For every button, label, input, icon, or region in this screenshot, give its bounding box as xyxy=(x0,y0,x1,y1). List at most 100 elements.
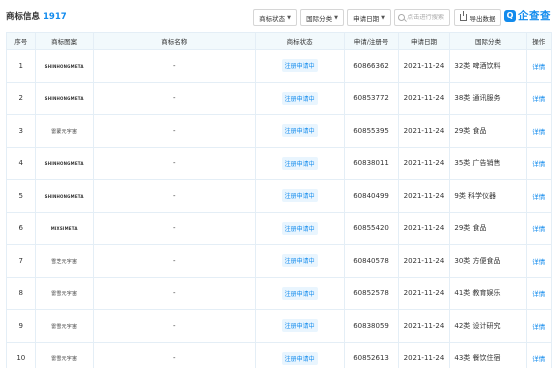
class-filter-label: 国际分类 xyxy=(306,14,333,23)
details-link[interactable]: 详情 xyxy=(532,95,545,103)
section-title-text: 商标信息 xyxy=(6,12,41,22)
trademark-table: 序号 商标图案 商标名称 商标状态 申请/注册号 申请日期 国际分类 操作 1 … xyxy=(6,32,553,368)
registration-number: 60838011 xyxy=(343,146,399,180)
details-link[interactable]: 详情 xyxy=(532,290,545,298)
status-cell: 注册申请中 xyxy=(254,309,345,343)
registration-number: 60838059 xyxy=(343,309,399,343)
registration-number: 60852613 xyxy=(343,341,399,368)
application-date: 2021-11-24 xyxy=(397,81,451,115)
trademark-name: - xyxy=(92,81,256,115)
trademark-image[interactable]: 雷雪元宇宙 xyxy=(34,341,94,368)
status-badge: 注册申请中 xyxy=(281,351,318,365)
trademark-image-text: SHINHONGMETA xyxy=(44,63,84,69)
intl-class: 43类 餐饮住宿 xyxy=(449,341,527,368)
trademark-name: - xyxy=(92,309,256,343)
trademark-image-text: SHINHONGMETA xyxy=(44,161,84,167)
details-link[interactable]: 详情 xyxy=(532,355,545,363)
result-count: 1917 xyxy=(43,12,67,22)
trademark-name: - xyxy=(92,146,256,180)
chevron-down-icon: ▼ xyxy=(334,14,338,21)
action-cell: 详情 xyxy=(525,276,553,310)
table-row: 5 SHINHONGMETA - 注册申请中 60840499 2021-11-… xyxy=(6,179,553,213)
action-cell: 详情 xyxy=(525,49,553,83)
trademark-image[interactable]: 雷雪元宇宙 xyxy=(34,276,94,310)
status-badge: 注册申请中 xyxy=(281,319,318,333)
details-link[interactable]: 详情 xyxy=(532,225,545,233)
status-cell: 注册申请中 xyxy=(254,179,345,213)
action-cell: 详情 xyxy=(525,341,553,368)
table-row: 8 雷雪元宇宙 - 注册申请中 60852578 2021-11-24 41类 … xyxy=(6,276,553,310)
logo-text: 企查查 xyxy=(518,10,551,22)
trademark-image-text: 雪芝元宇宙 xyxy=(51,258,78,265)
trademark-image-text: MIXSIMETA xyxy=(50,226,78,232)
details-link[interactable]: 详情 xyxy=(532,63,545,71)
status-badge: 注册申请中 xyxy=(281,286,318,300)
row-number: 8 xyxy=(6,276,36,310)
row-number: 1 xyxy=(6,49,36,83)
details-link[interactable]: 详情 xyxy=(532,160,545,168)
trademark-name: - xyxy=(92,341,256,368)
trademark-image[interactable]: 雪芝元宇宙 xyxy=(34,244,94,278)
registration-number: 60853772 xyxy=(343,81,399,115)
action-cell: 详情 xyxy=(525,114,553,148)
action-cell: 详情 xyxy=(525,244,553,278)
column-header: 国际分类 xyxy=(449,32,527,50)
status-badge: 注册申请中 xyxy=(281,91,318,105)
table-row: 4 SHINHONGMETA - 注册申请中 60838011 2021-11-… xyxy=(6,146,553,180)
table-header-row: 序号 商标图案 商标名称 商标状态 申请/注册号 申请日期 国际分类 操作 xyxy=(6,32,553,50)
class-filter-dropdown[interactable]: 国际分类 ▼ xyxy=(300,9,344,26)
status-badge: 注册申请中 xyxy=(281,221,318,235)
trademark-image[interactable]: SHINHONGMETA xyxy=(34,146,94,180)
application-date: 2021-11-24 xyxy=(397,211,451,245)
trademark-image[interactable]: SHINHONGMETA xyxy=(34,81,94,115)
row-number: 7 xyxy=(6,244,36,278)
application-date: 2021-11-24 xyxy=(397,146,451,180)
details-link[interactable]: 详情 xyxy=(532,323,545,331)
logo-mark: Q xyxy=(504,9,516,22)
intl-class: 41类 教育娱乐 xyxy=(449,276,527,310)
table-row: 9 雷雪元宇宙 - 注册申请中 60838059 2021-11-24 42类 … xyxy=(6,309,553,343)
application-date: 2021-11-24 xyxy=(397,114,451,148)
search-input[interactable] xyxy=(407,14,449,21)
column-header: 商标状态 xyxy=(254,32,345,50)
trademark-image[interactable]: MIXSIMETA xyxy=(34,211,94,245)
status-filter-dropdown[interactable]: 商标状态 ▼ xyxy=(253,9,297,26)
details-link[interactable]: 详情 xyxy=(532,193,545,201)
date-filter-dropdown[interactable]: 申请日期 ▼ xyxy=(347,9,391,26)
status-cell: 注册申请中 xyxy=(254,276,345,310)
trademark-image-text: 雷蒙元宇宙 xyxy=(51,128,78,135)
row-number: 9 xyxy=(6,309,36,343)
column-header: 商标图案 xyxy=(34,32,94,50)
trademark-image-text: 雷雪元宇宙 xyxy=(51,323,78,330)
registration-number: 60855395 xyxy=(343,114,399,148)
table-row: 1 SHINHONGMETA - 注册申请中 60866362 2021-11-… xyxy=(6,49,553,83)
row-number: 10 xyxy=(6,341,36,368)
trademark-image[interactable]: 雷蒙元宇宙 xyxy=(34,114,94,148)
intl-class: 29类 食品 xyxy=(449,211,527,245)
trademark-image[interactable]: SHINHONGMETA xyxy=(34,49,94,83)
action-cell: 详情 xyxy=(525,146,553,180)
trademark-image[interactable]: SHINHONGMETA xyxy=(34,179,94,213)
status-badge: 注册申请中 xyxy=(281,156,318,170)
trademark-name: - xyxy=(92,211,256,245)
trademark-name: - xyxy=(92,49,256,83)
toolbar: 商标信息1917 商标状态▼ 国际分类▼ 申请日期▼ 导出数据 Q 企查查 xyxy=(0,0,558,32)
search-box[interactable] xyxy=(394,9,450,26)
application-date: 2021-11-24 xyxy=(397,309,451,343)
intl-class: 30类 方便食品 xyxy=(449,244,527,278)
export-button[interactable]: 导出数据 xyxy=(454,9,501,26)
application-date: 2021-11-24 xyxy=(397,179,451,213)
status-cell: 注册申请中 xyxy=(254,81,345,115)
details-link[interactable]: 详情 xyxy=(532,128,545,136)
status-badge: 注册申请中 xyxy=(281,59,318,73)
column-header: 序号 xyxy=(6,32,36,50)
intl-class: 29类 食品 xyxy=(449,114,527,148)
status-cell: 注册申请中 xyxy=(254,244,345,278)
intl-class: 38类 通讯服务 xyxy=(449,81,527,115)
date-filter-label: 申请日期 xyxy=(353,14,380,23)
chevron-down-icon: ▼ xyxy=(381,14,385,21)
details-link[interactable]: 详情 xyxy=(532,258,545,266)
trademark-image[interactable]: 雷雪元宇宙 xyxy=(34,309,94,343)
action-cell: 详情 xyxy=(525,309,553,343)
status-cell: 注册申请中 xyxy=(254,49,345,83)
